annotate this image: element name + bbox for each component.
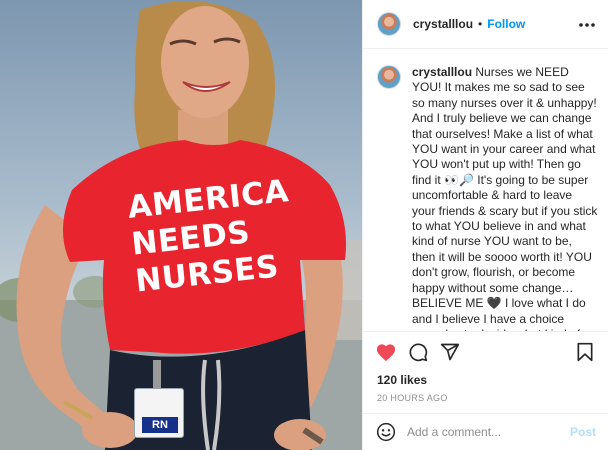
- share-button[interactable]: [438, 340, 462, 364]
- rn-id-badge: RN: [134, 388, 184, 438]
- caption-avatar[interactable]: [377, 65, 401, 89]
- caption-area: crystalllou Nurses we NEED YOU! It makes…: [363, 49, 608, 331]
- more-horizontal-icon[interactable]: [578, 15, 596, 33]
- face: [161, 6, 249, 118]
- post-photo[interactable]: AMERICA NEEDS NURSES RN: [0, 0, 362, 450]
- badge-clip: [153, 360, 161, 388]
- post-comment-button[interactable]: Post: [570, 425, 596, 439]
- post-side-pane: crystalllou • Follow crystalllou Nurses …: [362, 0, 608, 450]
- follow-button[interactable]: Follow: [487, 17, 525, 31]
- more-dots: [579, 23, 595, 27]
- rn-badge-label: RN: [142, 417, 178, 433]
- comment-icon: [409, 343, 428, 361]
- post-header: crystalllou • Follow: [363, 0, 608, 49]
- share-icon: [440, 343, 460, 360]
- likes-count[interactable]: 120 likes: [363, 371, 608, 389]
- heart-filled-icon: [376, 343, 396, 361]
- caption-username[interactable]: crystalllou: [412, 65, 472, 79]
- header-separator: •: [478, 17, 483, 31]
- author-username[interactable]: crystalllou: [413, 17, 473, 31]
- action-bar: [363, 331, 608, 371]
- shirt-slogan: AMERICA NEEDS NURSES: [126, 170, 327, 300]
- caption: crystalllou Nurses we NEED YOU! It makes…: [412, 65, 598, 331]
- author-avatar[interactable]: [377, 12, 401, 36]
- instagram-post: AMERICA NEEDS NURSES RN crystalllou • Fo…: [0, 0, 608, 450]
- caption-text: Nurses we NEED YOU! It makes me so sad t…: [412, 65, 598, 331]
- comment-input[interactable]: [407, 425, 570, 439]
- save-button[interactable]: [573, 340, 597, 364]
- right-hand: [274, 419, 326, 450]
- comment-button[interactable]: [406, 340, 430, 364]
- post-timestamp[interactable]: 20 HOURS AGO: [363, 389, 608, 413]
- bookmark-icon: [577, 342, 593, 361]
- smiley-icon[interactable]: [375, 421, 397, 443]
- comment-bar: Post: [363, 413, 608, 450]
- smiley-face: [376, 422, 396, 442]
- like-button[interactable]: [374, 340, 398, 364]
